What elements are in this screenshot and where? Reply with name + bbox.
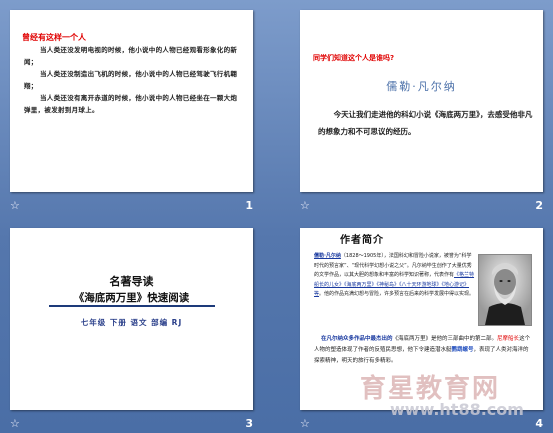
slide-1-footer: ☆ 1 [10, 199, 253, 213]
slide-thumbnail-4[interactable]: 作者简介 儒勒·凡尔纳（1828～1905年），法国科幻和冒险小说家，被誉为“科… [300, 228, 543, 410]
slide-3-number: 3 [245, 417, 253, 430]
slide-2-question: 同学们知道这个人是谁吗? [313, 54, 395, 62]
slide-thumbnail-1[interactable]: 曾经有这样一个人 当人类还没发明电视的时候，他小说中的人物已经观看形象化的新闻；… [10, 10, 253, 192]
slide-2-transition-star-icon[interactable]: ☆ [300, 199, 310, 213]
slide-4-biography: 儒勒·凡尔纳（1828～1905年），法国科幻和冒险小说家，被誉为“科学时代的预… [314, 253, 475, 297]
slide-1-paragraph-1: 当人类还没发明电视的时候，他小说中的人物已经观看形象化的新闻； [24, 46, 238, 66]
author-portrait-image [478, 254, 532, 326]
slide-3-subtitle: 七年级 下册 语文 部编 RJ [80, 318, 183, 327]
slide-4-transition-star-icon[interactable]: ☆ [300, 417, 310, 431]
slide-4-footer: ☆ 4 [300, 417, 543, 431]
slide-4-note: 在凡尔纳众多作品中最杰出的《海底两万里》是他的三部曲中的第二部。尼摩船长这个人物… [314, 336, 531, 364]
slide-thumbnail-3[interactable]: 名著导读 《海底两万里》快速阅读 七年级 下册 语文 部编 RJ [10, 228, 253, 410]
slide-4-heading: 作者简介 [340, 235, 384, 246]
slide-3-title-line-1: 名著导读 [109, 275, 154, 288]
slide-2-body: 今天让我们走进他的科幻小说《海底两万里》，去感受他非凡的想象力和不可思议的经历。 [318, 110, 533, 136]
slide-3-footer: ☆ 3 [10, 417, 253, 431]
slide-1-number: 1 [245, 199, 253, 212]
slide-4-number: 4 [535, 417, 543, 430]
slide-3-transition-star-icon[interactable]: ☆ [10, 417, 20, 431]
slide-thumbnail-2[interactable]: 同学们知道这个人是谁吗? 儒勒·凡尔纳 今天让我们走进他的科幻小说《海底两万里》… [300, 10, 543, 192]
slide-1-paragraph-3: 当人类还没有离开赤道的时候，他小说中的人物已经坐在一颗大炮弹里，被发射到月球上。 [24, 94, 238, 114]
slide-2-author-name: 儒勒·凡尔纳 [386, 80, 457, 93]
slide-1-transition-star-icon[interactable]: ☆ [10, 199, 20, 213]
slide-2-number: 2 [535, 199, 543, 212]
slide-3-title-underline [49, 305, 215, 307]
slide-2-footer: ☆ 2 [300, 199, 543, 213]
slide-1-paragraph-2: 当人类还没制造出飞机的时候，他小说中的人物已经驾驶飞行机翱翔； [24, 70, 238, 90]
slide-3-title-line-2: 《海底两万里》快速阅读 [73, 292, 190, 304]
slide-1-title: 曾经有这样一个人 [22, 33, 86, 42]
